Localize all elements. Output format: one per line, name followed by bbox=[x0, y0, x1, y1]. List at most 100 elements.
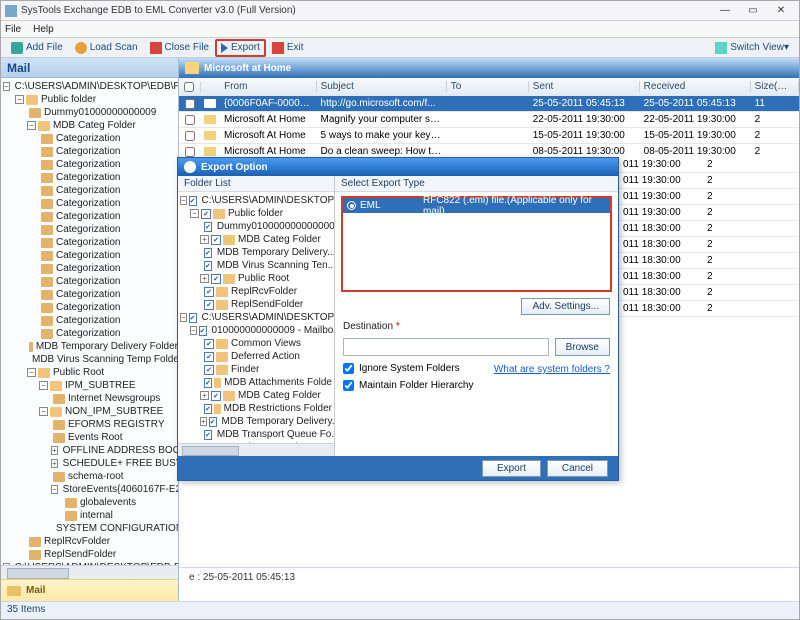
tree-item[interactable]: MDB Virus Scanning Temp Folder bbox=[1, 353, 178, 366]
table-row[interactable]: 011 18:30:002 bbox=[619, 221, 799, 237]
col-received[interactable]: Received bbox=[640, 81, 751, 92]
tree-item[interactable]: Categorization bbox=[1, 301, 178, 314]
tree-item[interactable]: Categorization bbox=[1, 249, 178, 262]
dialog-title: Export Option bbox=[201, 162, 268, 173]
dialog-tree-scrollbar[interactable] bbox=[178, 443, 334, 456]
export-type-list[interactable]: EML RFC822 (.eml) file.(Applicable only … bbox=[341, 196, 612, 292]
row-checkbox[interactable] bbox=[185, 99, 195, 109]
table-row[interactable]: 011 19:30:002 bbox=[619, 173, 799, 189]
mail-tab[interactable]: Mail bbox=[1, 579, 178, 601]
dialog-cancel-button[interactable]: Cancel bbox=[547, 460, 608, 477]
col-sent[interactable]: Sent bbox=[529, 81, 640, 92]
status-items: 35 Items bbox=[7, 604, 45, 615]
maximize-button[interactable]: ▭ bbox=[739, 3, 767, 19]
mail-icon bbox=[204, 131, 216, 140]
tree-item[interactable]: −NON_IPM_SUBTREE bbox=[1, 405, 178, 418]
dialog-export-button[interactable]: Export bbox=[482, 460, 541, 477]
mail-icon bbox=[204, 99, 216, 108]
mail-icon bbox=[204, 115, 216, 124]
tree-item[interactable]: SYSTEM CONFIGURATION bbox=[1, 522, 178, 535]
col-from[interactable]: From bbox=[220, 81, 316, 92]
menu-file[interactable]: File bbox=[5, 24, 21, 35]
tree-item[interactable]: Categorization bbox=[1, 288, 178, 301]
tree-item[interactable]: Categorization bbox=[1, 197, 178, 210]
tree-item[interactable]: Categorization bbox=[1, 171, 178, 184]
tree-item[interactable]: schema-root bbox=[1, 470, 178, 483]
close-button[interactable]: ✕ bbox=[767, 3, 795, 19]
table-row[interactable]: 011 19:30:002 bbox=[619, 189, 799, 205]
tree-item[interactable]: Events Root bbox=[1, 431, 178, 444]
table-row[interactable]: 011 19:30:002 bbox=[619, 157, 799, 173]
table-row[interactable]: Microsoft At Home5 ways to make your key… bbox=[179, 128, 799, 144]
tree-item[interactable]: MDB Temporary Delivery Folder bbox=[1, 340, 178, 353]
dialog-right-panel: Select Export Type EML RFC822 (.eml) fil… bbox=[335, 176, 618, 456]
list-header-bar: Microsoft at Home bbox=[179, 58, 799, 78]
close-icon bbox=[150, 42, 162, 54]
tree-item[interactable]: Categorization bbox=[1, 145, 178, 158]
dialog-folder-tree[interactable]: −✔C:\USERS\ADMIN\DESKTOP\ED... −✔Public … bbox=[178, 192, 334, 443]
table-row[interactable]: 011 18:30:002 bbox=[619, 237, 799, 253]
tree-item[interactable]: EFORMS REGISTRY bbox=[1, 418, 178, 431]
switch-view-button[interactable]: Switch View ▾ bbox=[709, 39, 795, 57]
tree-item[interactable]: Categorization bbox=[1, 223, 178, 236]
tree-item[interactable]: −MDB Categ Folder bbox=[1, 119, 178, 132]
tree-item[interactable]: Categorization bbox=[1, 275, 178, 288]
tree-item[interactable]: ReplRcvFolder bbox=[1, 535, 178, 548]
tree-item[interactable]: globalevents bbox=[1, 496, 178, 509]
tree-item[interactable]: Categorization bbox=[1, 327, 178, 340]
folder-tree[interactable]: −C:\USERS\ADMIN\DESKTOP\EDB\PUB11... −Pu… bbox=[1, 78, 178, 565]
row-checkbox[interactable] bbox=[185, 131, 195, 141]
browse-button[interactable]: Browse bbox=[555, 338, 610, 356]
tree-item[interactable]: internal bbox=[1, 509, 178, 522]
tree-item[interactable]: −IPM_SUBTREE bbox=[1, 379, 178, 392]
tree-item[interactable]: Categorization bbox=[1, 158, 178, 171]
table-row[interactable]: 011 19:30:002 bbox=[619, 205, 799, 221]
tree-item[interactable]: Dummy01000000000009 bbox=[1, 106, 178, 119]
export-type-eml[interactable]: EML RFC822 (.eml) file.(Applicable only … bbox=[343, 198, 610, 213]
add-file-button[interactable]: Add File bbox=[5, 39, 69, 57]
table-row[interactable]: 011 18:30:002 bbox=[619, 301, 799, 317]
table-row[interactable]: 011 18:30:002 bbox=[619, 253, 799, 269]
tree-item[interactable]: Categorization bbox=[1, 210, 178, 223]
ignore-system-checkbox[interactable] bbox=[343, 363, 354, 374]
minimize-button[interactable]: — bbox=[711, 3, 739, 19]
maintain-hierarchy-checkbox[interactable] bbox=[343, 380, 354, 391]
col-to[interactable]: To bbox=[447, 81, 529, 92]
exit-button[interactable]: Exit bbox=[266, 39, 310, 57]
table-row[interactable]: {0006F0AF-0000-0000-C00...http://go.micr… bbox=[179, 96, 799, 112]
adv-settings-button[interactable]: Adv. Settings... bbox=[521, 298, 610, 315]
tree-item[interactable]: Categorization bbox=[1, 236, 178, 249]
menu-help[interactable]: Help bbox=[33, 24, 54, 35]
tree-item[interactable]: Internet Newsgroups bbox=[1, 392, 178, 405]
tree-item[interactable]: Categorization bbox=[1, 314, 178, 327]
tree-item[interactable]: Categorization bbox=[1, 184, 178, 197]
load-scan-button[interactable]: Load Scan bbox=[69, 39, 144, 57]
nav-scrollbar-horizontal[interactable] bbox=[1, 565, 178, 579]
tree-item[interactable]: Categorization bbox=[1, 132, 178, 145]
row-checkbox[interactable] bbox=[185, 147, 195, 157]
col-size[interactable]: Size(KB) bbox=[751, 81, 799, 92]
tree-item[interactable]: Categorization bbox=[1, 262, 178, 275]
row-checkbox[interactable] bbox=[185, 115, 195, 125]
header-checkbox[interactable] bbox=[184, 82, 194, 92]
table-row[interactable]: 011 18:30:002 bbox=[619, 269, 799, 285]
menu-bar: File Help bbox=[1, 21, 799, 38]
tree-root-1[interactable]: −C:\USERS\ADMIN\DESKTOP\EDB\PUB11... bbox=[1, 80, 178, 93]
close-file-button[interactable]: Close File bbox=[144, 39, 215, 57]
tree-item[interactable]: −Public Root bbox=[1, 366, 178, 379]
tree-item[interactable]: +SCHEDULE+ FREE BUSY bbox=[1, 457, 178, 470]
destination-label: Destination * bbox=[343, 321, 400, 332]
table-row[interactable]: Microsoft At HomeMagnify your computer s… bbox=[179, 112, 799, 128]
dialog-folder-list: Folder List −✔C:\USERS\ADMIN\DESKTOP\ED.… bbox=[178, 176, 335, 456]
tree-item[interactable]: +OFFLINE ADDRESS BOOK bbox=[1, 444, 178, 457]
tree-item[interactable]: −Public folder bbox=[1, 93, 178, 106]
tree-item[interactable]: −StoreEvents{4060167F-E24... bbox=[1, 483, 178, 496]
window-titlebar: SysTools Exchange EDB to EML Converter v… bbox=[1, 1, 799, 21]
tree-item[interactable]: ReplSendFolder bbox=[1, 548, 178, 561]
destination-input[interactable] bbox=[343, 338, 549, 356]
table-row[interactable]: 011 18:30:002 bbox=[619, 285, 799, 301]
dialog-titlebar[interactable]: Export Option bbox=[178, 158, 618, 176]
system-folders-link[interactable]: What are system folders ? bbox=[494, 364, 610, 375]
col-subject[interactable]: Subject bbox=[317, 81, 447, 92]
export-button[interactable]: Export bbox=[215, 39, 266, 57]
